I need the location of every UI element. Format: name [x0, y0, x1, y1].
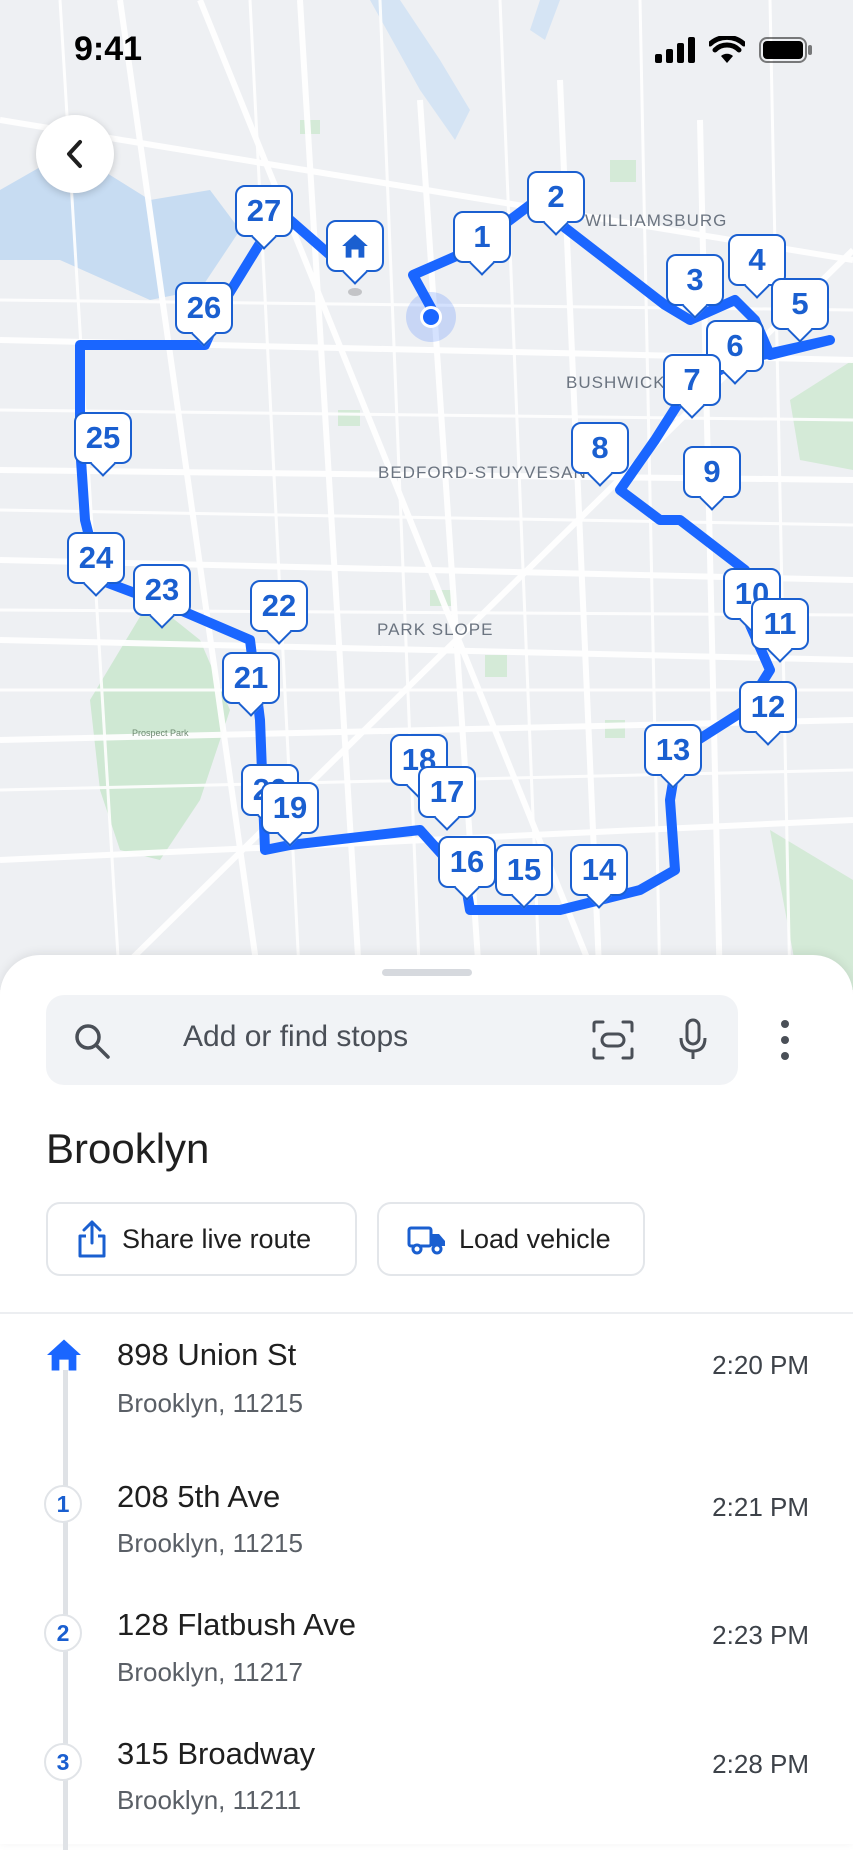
- marker-7[interactable]: 7: [663, 354, 721, 406]
- marker-25[interactable]: 25: [74, 412, 132, 464]
- truck-icon: [407, 1226, 445, 1255]
- status-bar: 9:41: [0, 0, 853, 100]
- share-live-route-label: Share live route: [122, 1223, 312, 1254]
- home-icon: [47, 1339, 81, 1371]
- stop-city: Brooklyn, 11215: [117, 1528, 303, 1558]
- stop-street: 208 5th Ave: [117, 1479, 281, 1514]
- marker-13[interactable]: 13: [644, 724, 702, 776]
- stop-time: 2:28 PM: [712, 1749, 809, 1779]
- share-icon: [78, 1220, 106, 1258]
- status-time: 9:41: [74, 30, 143, 68]
- search-bar[interactable]: Add or find stops: [46, 995, 738, 1085]
- stop-time: 2:21 PM: [712, 1492, 809, 1522]
- load-vehicle-button[interactable]: Load vehicle: [377, 1202, 645, 1276]
- bottom-sheet[interactable]: Add or find stops Brooklyn Share live ro…: [0, 955, 853, 1850]
- stop-city: Brooklyn, 11217: [117, 1657, 303, 1687]
- microphone-icon[interactable]: [678, 1017, 708, 1063]
- stop-number-badge: 1: [44, 1485, 82, 1523]
- marker-27[interactable]: 27: [235, 185, 293, 237]
- back-arrow-icon: [67, 140, 82, 168]
- marker-21[interactable]: 21: [222, 652, 280, 704]
- stop-street: 898 Union St: [117, 1337, 297, 1372]
- marker-23[interactable]: 23: [133, 564, 191, 616]
- stop-number-badge: 2: [44, 1614, 82, 1652]
- search-icon: [75, 1024, 110, 1059]
- marker-9[interactable]: 9: [683, 446, 741, 498]
- marker-19[interactable]: 19: [261, 782, 319, 834]
- sheet-drag-handle[interactable]: [382, 969, 472, 976]
- marker-5[interactable]: 5: [771, 278, 829, 330]
- marker-12[interactable]: 12: [739, 681, 797, 733]
- home-icon: [342, 234, 368, 258]
- cellular-signal-icon: [655, 37, 695, 63]
- stop-number-badge: 3: [44, 1743, 82, 1781]
- marker-8[interactable]: 8: [571, 422, 629, 474]
- marker-26[interactable]: 26: [175, 282, 233, 334]
- map-label-bed-stuy: BEDFORD-STUYVESANT: [378, 463, 599, 482]
- marker-22[interactable]: 22: [250, 580, 308, 632]
- search-input[interactable]: Add or find stops: [183, 1020, 408, 1054]
- current-location-dot: [406, 292, 456, 342]
- map-label-williamsburg: WILLIAMSBURG: [585, 211, 728, 230]
- map-label-park-slope: PARK SLOPE: [377, 620, 494, 639]
- stop-street: 128 Flatbush Ave: [117, 1607, 356, 1642]
- wifi-icon: [709, 36, 745, 63]
- share-live-route-button[interactable]: Share live route: [46, 1202, 357, 1276]
- stop-time: 2:20 PM: [712, 1350, 809, 1380]
- marker-11[interactable]: 11: [751, 598, 809, 650]
- marker-17[interactable]: 17: [418, 766, 476, 818]
- back-button[interactable]: [36, 115, 114, 193]
- marker-14[interactable]: 14: [570, 844, 628, 896]
- marker-shadow: [348, 288, 362, 296]
- home-marker[interactable]: [326, 220, 384, 272]
- marker-1[interactable]: 1: [453, 211, 511, 263]
- battery-icon: [759, 37, 812, 63]
- route-map[interactable]: WILLIAMSBURG BUSHWICK BEDFORD-STUYVESANT…: [0, 0, 853, 990]
- map-label-prospect-park: Prospect Park: [132, 728, 189, 738]
- marker-15[interactable]: 15: [495, 844, 553, 896]
- section-divider: [0, 1312, 853, 1314]
- stop-street: 315 Broadway: [117, 1736, 316, 1771]
- marker-24[interactable]: 24: [67, 532, 125, 584]
- scan-icon[interactable]: [591, 1019, 635, 1061]
- stop-city: Brooklyn, 11211: [117, 1785, 302, 1815]
- load-vehicle-label: Load vehicle: [459, 1223, 611, 1254]
- map-label-bushwick: BUSHWICK: [566, 373, 666, 392]
- stop-city: Brooklyn, 11215: [117, 1388, 303, 1418]
- more-options-icon[interactable]: [778, 1015, 792, 1065]
- route-title: Brooklyn: [46, 1125, 210, 1172]
- marker-16[interactable]: 16: [438, 836, 496, 888]
- stop-time: 2:23 PM: [712, 1620, 809, 1650]
- marker-3[interactable]: 3: [666, 254, 724, 306]
- marker-2[interactable]: 2: [527, 171, 585, 223]
